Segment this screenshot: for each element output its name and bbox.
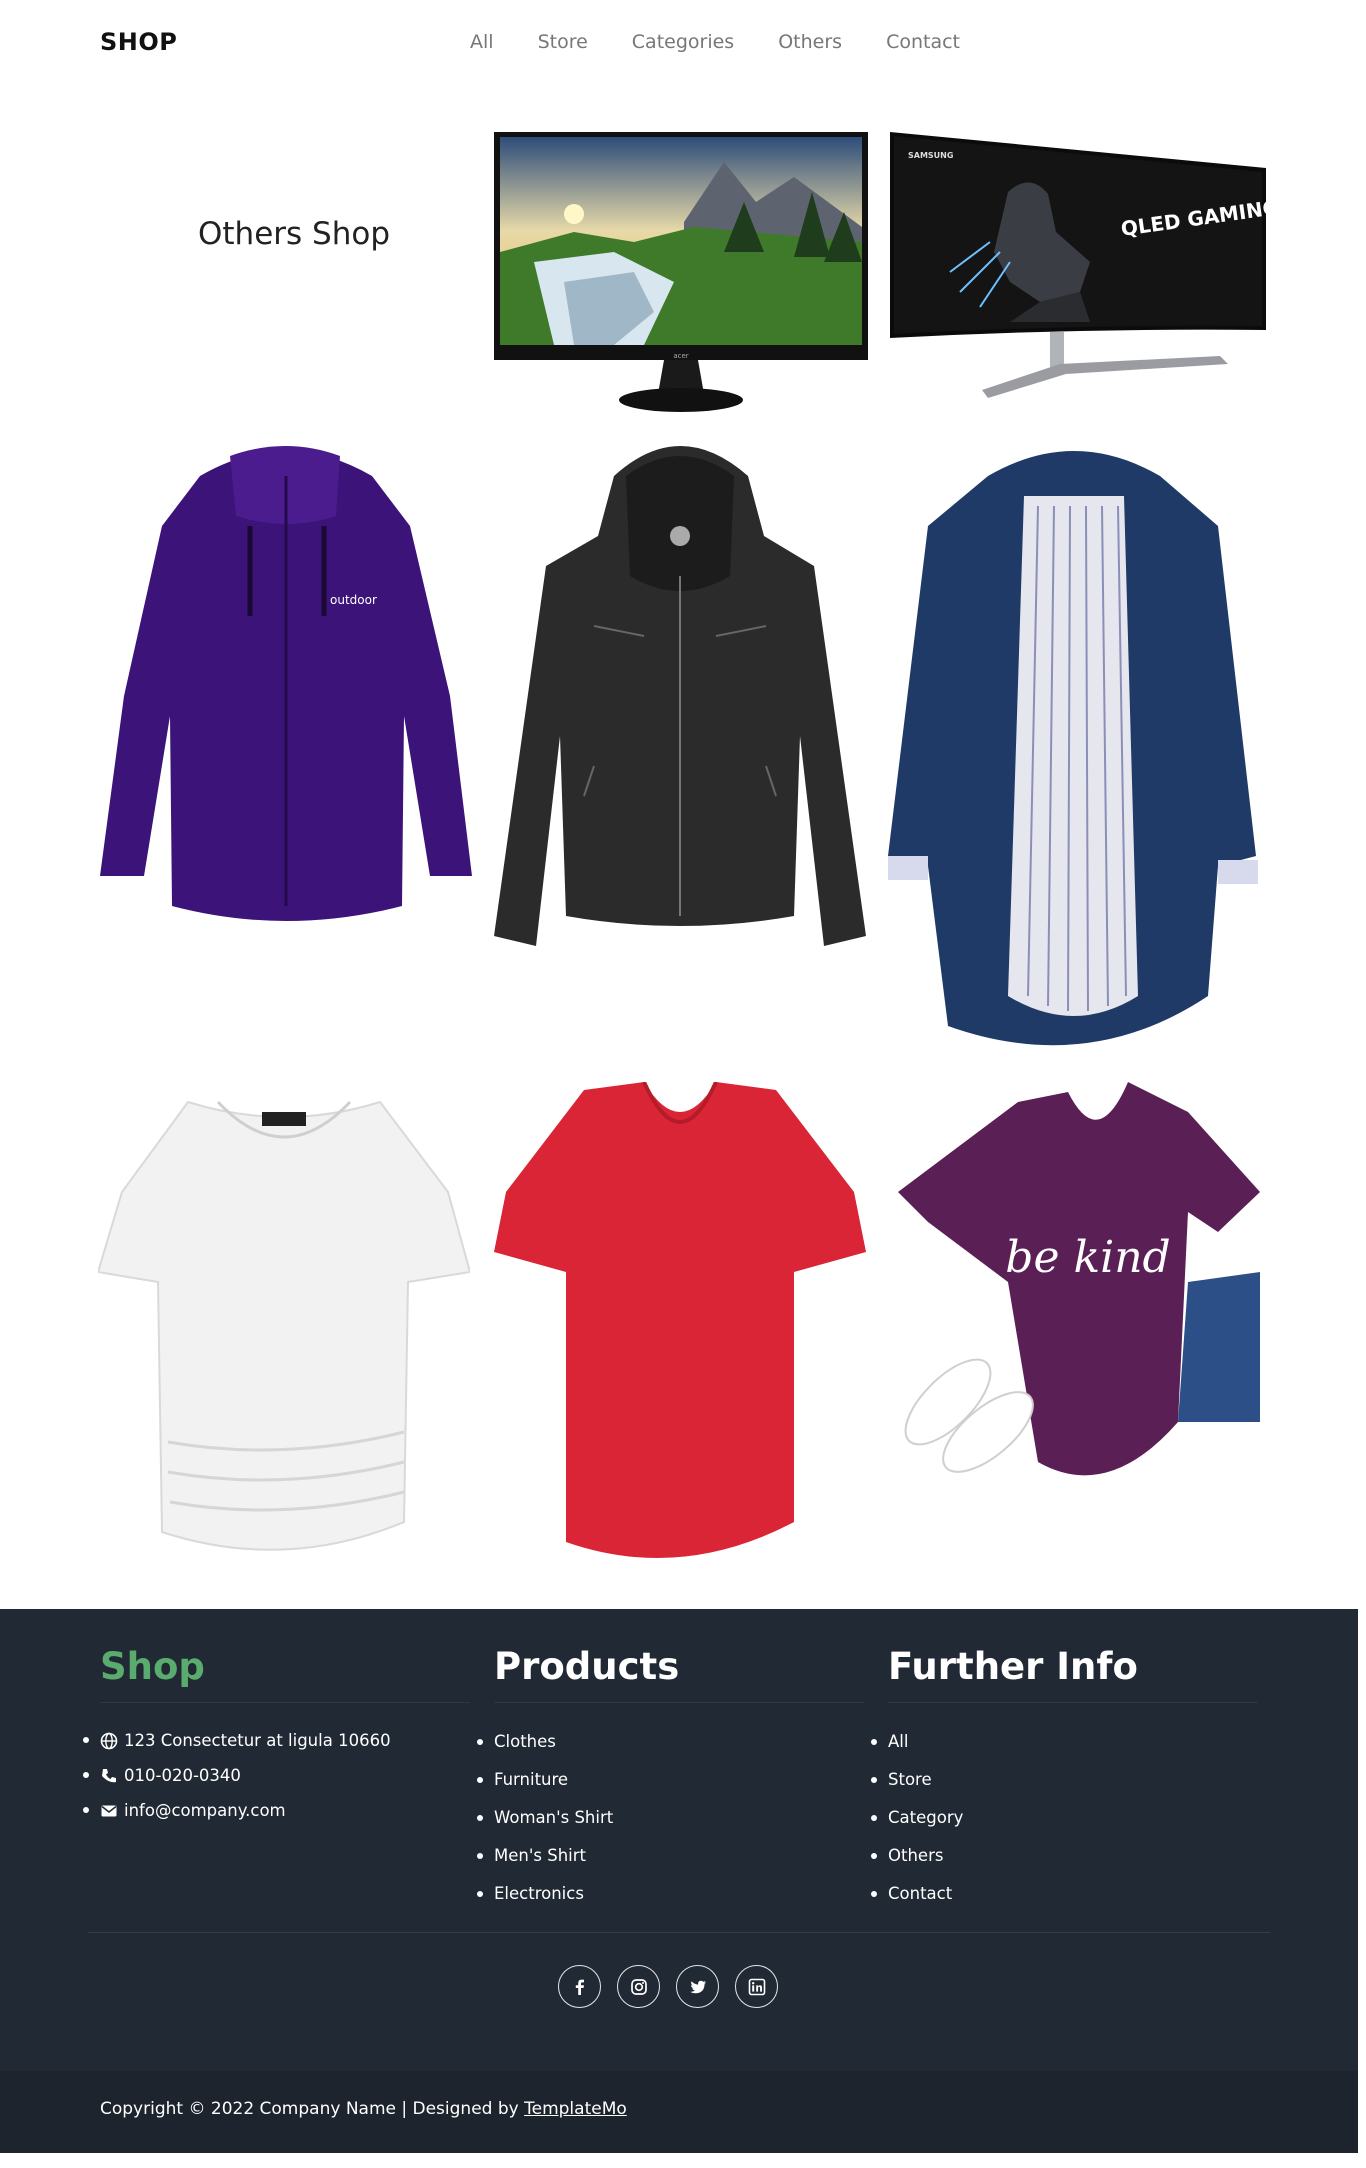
be-kind-print: be kind	[1005, 1232, 1170, 1283]
footer-link-mens-shirt[interactable]: Men's Shirt	[477, 1837, 844, 1875]
acer-logo-text: acer	[673, 352, 688, 360]
footer-email[interactable]: info@company.com	[83, 1793, 450, 1828]
navbar: SHOP All Store Categories Others Contact	[0, 0, 1366, 88]
footer-products-list: Clothes Furniture Woman's Shirt Men's Sh…	[477, 1723, 844, 1913]
samsung-logo-text: SAMSUNG	[908, 151, 953, 160]
footer-link-womans-shirt[interactable]: Woman's Shirt	[477, 1799, 844, 1837]
instagram-link[interactable]	[617, 1965, 660, 2008]
footer-further-info-list: All Store Category Others Contact	[871, 1723, 1238, 1913]
copyright-text: Copyright © 2022 Company Name | Designed…	[100, 2099, 627, 2119]
footer-address: 123 Consectetur at ligula 10660	[83, 1723, 450, 1758]
footer-products-title: Products	[494, 1645, 864, 1703]
product-card-navy-trench-coat[interactable]	[888, 436, 1260, 1056]
jacket-logo-text: outdoor	[330, 593, 377, 607]
footer-link-category[interactable]: Category	[871, 1799, 1238, 1837]
footer-shop-title: Shop	[100, 1645, 470, 1703]
nav-item-categories[interactable]: Categories	[632, 31, 734, 53]
footer-contact-list: 123 Consectetur at ligula 10660 010-020-…	[83, 1723, 450, 1828]
linkedin-icon	[748, 1978, 765, 1995]
footer-link-store[interactable]: Store	[871, 1761, 1238, 1799]
footer-further-info-column: Further Info All Store Category Others C…	[871, 1645, 1258, 1913]
nav-item-others[interactable]: Others	[778, 31, 842, 53]
footer-link-all[interactable]: All	[871, 1723, 1238, 1761]
footer-products-column: Products Clothes Furniture Woman's Shirt…	[477, 1645, 864, 1913]
social-links	[558, 1965, 778, 2008]
footer-divider	[88, 1932, 1270, 1933]
footer-phone[interactable]: 010-020-0340	[83, 1758, 450, 1793]
envelope-icon	[101, 1805, 117, 1817]
nav-item-all[interactable]: All	[470, 31, 494, 53]
samsung-monitor-image[interactable]: SAMSUNG QLED GAMING MONITOR	[890, 132, 1366, 402]
templatemo-link[interactable]: TemplateMo	[524, 2099, 627, 2119]
nav-item-store[interactable]: Store	[538, 31, 588, 53]
product-card-black-leather-jacket[interactable]	[494, 436, 866, 984]
footer: Shop 123 Consectetur at ligula 10660 010…	[0, 1609, 1358, 2071]
footer-link-furniture[interactable]: Furniture	[477, 1761, 844, 1799]
footer-link-clothes[interactable]: Clothes	[477, 1723, 844, 1761]
acer-monitor-image[interactable]: acer	[494, 132, 868, 416]
footer-link-electronics[interactable]: Electronics	[477, 1875, 844, 1913]
linkedin-link[interactable]	[735, 1965, 778, 2008]
nav-links: All Store Categories Others Contact	[470, 31, 960, 53]
product-card-red-tshirt[interactable]	[494, 1081, 866, 1564]
footer-bottom-bar: Copyright © 2022 Company Name | Designed…	[0, 2071, 1358, 2153]
brand-logo[interactable]: SHOP	[100, 28, 177, 56]
footer-shop-column: Shop 123 Consectetur at ligula 10660 010…	[83, 1645, 470, 1828]
globe-icon	[100, 1732, 118, 1750]
facebook-link[interactable]	[558, 1965, 601, 2008]
footer-further-info-title: Further Info	[888, 1645, 1258, 1703]
instagram-icon	[630, 1978, 647, 1995]
phone-icon	[102, 1769, 116, 1783]
facebook-icon	[575, 1979, 584, 1995]
product-card-purple-be-kind-tshirt[interactable]: be kind	[888, 1082, 1260, 1502]
product-card-white-top[interactable]	[96, 1082, 472, 1562]
footer-link-others[interactable]: Others	[871, 1837, 1238, 1875]
nav-item-contact[interactable]: Contact	[886, 31, 960, 53]
twitter-link[interactable]	[676, 1965, 719, 2008]
twitter-icon	[689, 1980, 706, 1993]
product-card-purple-jacket[interactable]: outdoor	[100, 436, 472, 932]
page-title: Others Shop	[198, 216, 390, 252]
footer-link-contact[interactable]: Contact	[871, 1875, 1238, 1913]
